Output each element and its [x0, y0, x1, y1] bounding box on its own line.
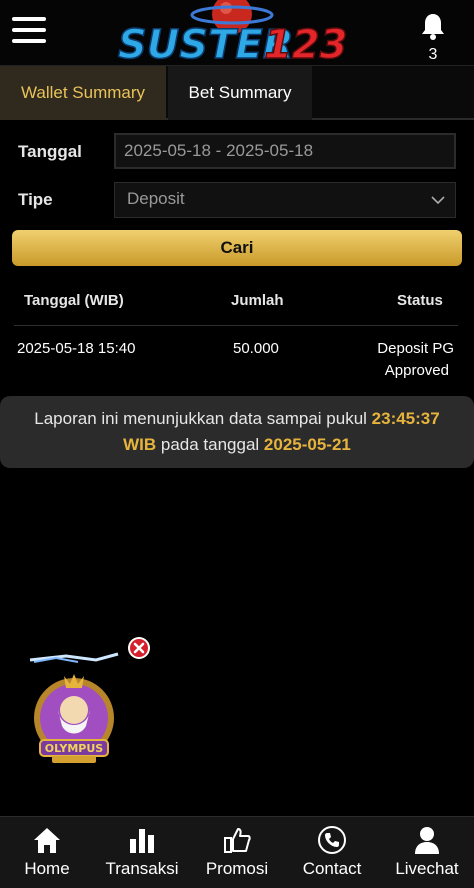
date-range-input[interactable]: 2025-05-18 - 2025-05-18: [114, 133, 456, 169]
summary-tabs: Wallet Summary Bet Summary: [0, 66, 474, 120]
logo-text-123: 123: [264, 22, 348, 66]
close-icon[interactable]: [127, 636, 151, 660]
date-label: Tanggal: [18, 142, 82, 161]
column-header-amount: Jumlah: [231, 292, 284, 309]
nav-contact[interactable]: Contact: [284, 817, 380, 888]
column-header-status: Status: [397, 292, 443, 309]
nav-livechat-label: Livechat: [395, 859, 459, 878]
nav-promosi[interactable]: Promosi: [190, 817, 284, 888]
bottom-navigation: Home Transaksi Promosi Contact Livechat: [0, 816, 474, 888]
user-icon: [415, 827, 439, 854]
nav-home[interactable]: Home: [0, 817, 94, 888]
nav-livechat[interactable]: Livechat: [380, 817, 474, 888]
notice-text-1: Laporan ini menunjukkan data sampai puku…: [34, 409, 372, 428]
home-icon: [34, 828, 60, 853]
notice-time: 23:45:37: [371, 409, 440, 428]
bar-chart-icon: [130, 829, 154, 853]
chevron-down-icon: [431, 196, 445, 205]
column-header-date: Tanggal (WIB): [24, 292, 124, 309]
type-label: Tipe: [18, 190, 53, 209]
notice-text-2: pada tanggal: [156, 435, 264, 454]
thumbs-up-icon: [224, 828, 251, 853]
bell-icon: [422, 14, 444, 40]
report-notice: Laporan ini menunjukkan data sampai puku…: [0, 396, 474, 468]
table-divider: [14, 325, 458, 326]
row-amount: 50.000: [233, 340, 279, 357]
floating-game-promo[interactable]: OLYMPUS: [26, 650, 122, 770]
notification-bell[interactable]: 3: [418, 10, 448, 63]
menu-icon[interactable]: [12, 15, 48, 45]
row-status-type: Deposit PG: [377, 340, 454, 357]
notice-timezone: WIB: [123, 435, 157, 454]
search-button[interactable]: Cari: [12, 230, 462, 266]
promo-game-title: OLYMPUS: [45, 742, 104, 755]
phone-icon: [318, 826, 346, 854]
notification-count: 3: [428, 46, 438, 63]
type-select-value: Deposit: [127, 189, 185, 208]
nav-transaksi-label: Transaksi: [105, 859, 179, 878]
tab-wallet-summary[interactable]: Wallet Summary: [0, 66, 166, 120]
notice-date: 2025-05-21: [263, 435, 351, 454]
type-select[interactable]: Deposit: [114, 182, 456, 218]
suster123-logo[interactable]: SUSTER 123: [114, 0, 360, 66]
nav-promosi-label: Promosi: [205, 859, 269, 878]
app-header: SUSTER 123 3: [0, 0, 474, 66]
row-status-approved: Approved: [384, 362, 449, 379]
tab-bet-summary[interactable]: Bet Summary: [168, 66, 312, 120]
row-date: 2025-05-18 15:40: [17, 340, 136, 357]
nav-contact-label: Contact: [302, 859, 362, 878]
nav-home-label: Home: [24, 859, 70, 878]
nav-transaksi[interactable]: Transaksi: [94, 817, 190, 888]
